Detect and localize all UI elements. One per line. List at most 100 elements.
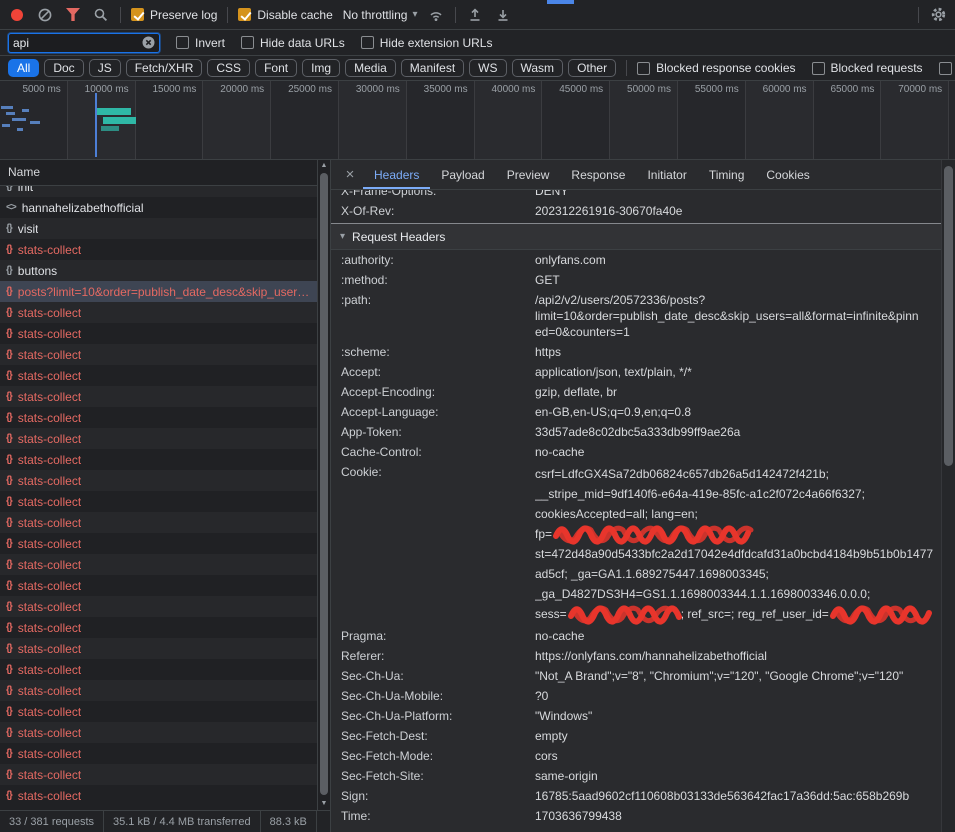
hide-extension-urls-checkbox[interactable]: Hide extension URLs: [361, 36, 493, 50]
tab-cookies[interactable]: Cookies: [755, 160, 820, 189]
request-list: {}init<>hannahelizabethofficial{}visit{}…: [0, 186, 317, 810]
request-row[interactable]: {}stats-collect: [0, 638, 317, 659]
request-row[interactable]: {}stats-collect: [0, 512, 317, 533]
request-row[interactable]: {}stats-collect: [0, 302, 317, 323]
fetch-icon: {}: [6, 622, 12, 633]
export-har-button[interactable]: [494, 6, 512, 24]
record-button[interactable]: [8, 6, 26, 24]
request-headers-section[interactable]: ▾ Request Headers: [331, 224, 955, 250]
filter-checkbox-3rd-party-requests[interactable]: 3rd-party requests: [939, 61, 955, 75]
request-row[interactable]: {}stats-collect: [0, 428, 317, 449]
type-filter-font[interactable]: Font: [255, 59, 297, 77]
request-row[interactable]: {}stats-collect: [0, 785, 317, 806]
header-row: Sec-Ch-Ua-Platform:"Windows": [331, 706, 955, 726]
header-row: Referer:https://onlyfans.com/hannaheliza…: [331, 646, 955, 666]
type-filter-all[interactable]: All: [8, 59, 39, 77]
request-name: stats-collect: [18, 369, 81, 383]
type-filter-other[interactable]: Other: [568, 59, 616, 77]
details-scrollbar[interactable]: [941, 160, 955, 832]
request-row[interactable]: {}stats-collect: [0, 659, 317, 680]
tab-headers[interactable]: Headers: [363, 160, 430, 189]
requests-scrollbar[interactable]: ▲ ▼: [317, 160, 330, 810]
tab-timing[interactable]: Timing: [698, 160, 756, 189]
name-column-header[interactable]: Name: [0, 160, 317, 186]
request-row[interactable]: {}posts?limit=10&order=publish_date_desc…: [0, 281, 317, 302]
network-conditions-button[interactable]: [427, 6, 445, 24]
request-row[interactable]: {}stats-collect: [0, 554, 317, 575]
clear-filter-icon[interactable]: [142, 36, 155, 49]
timeline-overview[interactable]: 5000 ms10000 ms15000 ms20000 ms25000 ms3…: [0, 81, 955, 160]
request-row[interactable]: {}stats-collect: [0, 596, 317, 617]
header-name: Pragma:: [331, 626, 535, 646]
scroll-down-icon[interactable]: ▼: [318, 800, 330, 807]
request-row[interactable]: {}stats-collect: [0, 239, 317, 260]
close-details-button[interactable]: ×: [337, 166, 363, 183]
request-row[interactable]: {}stats-collect: [0, 743, 317, 764]
throttling-dropdown[interactable]: No throttling ▾: [343, 8, 418, 22]
header-row: :authority:onlyfans.com: [331, 250, 955, 270]
request-row[interactable]: {}stats-collect: [0, 323, 317, 344]
type-filter-doc[interactable]: Doc: [44, 59, 83, 77]
type-filter-img[interactable]: Img: [302, 59, 340, 77]
request-row[interactable]: {}stats-collect: [0, 386, 317, 407]
hide-data-urls-checkbox[interactable]: Hide data URLs: [241, 36, 345, 50]
tab-response[interactable]: Response: [560, 160, 636, 189]
search-button[interactable]: [92, 6, 110, 24]
filter-checkbox-blocked-response-cookies[interactable]: Blocked response cookies: [637, 61, 795, 75]
request-row[interactable]: {}stats-collect: [0, 680, 317, 701]
type-filter-manifest[interactable]: Manifest: [401, 59, 464, 77]
preserve-log-checkbox[interactable]: Preserve log: [131, 8, 217, 22]
request-row[interactable]: <>hannahelizabethofficial: [0, 197, 317, 218]
scroll-up-icon[interactable]: ▲: [318, 162, 330, 169]
request-row[interactable]: {}buttons: [0, 260, 317, 281]
type-filter-js[interactable]: JS: [89, 59, 121, 77]
request-row[interactable]: {}init: [0, 186, 317, 197]
type-filter-media[interactable]: Media: [345, 59, 396, 77]
checkbox-icon: [939, 62, 952, 75]
request-row[interactable]: {}stats-collect: [0, 365, 317, 386]
filter-input[interactable]: [13, 36, 142, 50]
header-name: :path:: [331, 290, 535, 342]
filter-input-box[interactable]: [8, 33, 160, 53]
type-filter-fetch-xhr[interactable]: Fetch/XHR: [126, 59, 203, 77]
request-row[interactable]: {}stats-collect: [0, 344, 317, 365]
fetch-icon: {}: [6, 391, 12, 402]
type-filter-css[interactable]: CSS: [207, 59, 250, 77]
redaction-scribble: [554, 526, 749, 542]
import-har-button[interactable]: [466, 6, 484, 24]
invert-checkbox[interactable]: Invert: [176, 36, 225, 50]
request-row[interactable]: {}stats-collect: [0, 575, 317, 596]
tab-initiator[interactable]: Initiator: [636, 160, 697, 189]
request-name: stats-collect: [18, 432, 81, 446]
type-filter-ws[interactable]: WS: [469, 59, 506, 77]
tab-payload[interactable]: Payload: [430, 160, 495, 189]
request-row[interactable]: {}stats-collect: [0, 470, 317, 491]
request-row[interactable]: {}stats-collect: [0, 701, 317, 722]
request-row[interactable]: {}stats-collect: [0, 407, 317, 428]
header-row: :path:/api2/v2/users/20572336/posts? lim…: [331, 290, 955, 342]
header-row: Sec-Fetch-Site:same-origin: [331, 766, 955, 786]
disable-cache-checkbox[interactable]: Disable cache: [238, 8, 332, 22]
settings-button[interactable]: [929, 6, 947, 24]
filter-button[interactable]: [64, 6, 82, 24]
toolbar-divider: [455, 7, 456, 23]
request-row[interactable]: {}stats-collect: [0, 491, 317, 512]
advanced-filter-checkboxes: Blocked response cookies Blocked requests…: [637, 61, 955, 75]
scrollbar-thumb[interactable]: [320, 173, 328, 795]
fetch-icon: {}: [6, 727, 12, 738]
type-filter-wasm[interactable]: Wasm: [512, 59, 564, 77]
scrollbar-thumb[interactable]: [944, 166, 953, 466]
request-row[interactable]: {}stats-collect: [0, 533, 317, 554]
clear-button[interactable]: [36, 6, 54, 24]
details-tabs: HeadersPayloadPreviewResponseInitiatorTi…: [363, 160, 821, 189]
fetch-icon: {}: [6, 223, 12, 234]
request-row[interactable]: {}stats-collect: [0, 722, 317, 743]
filter-checkbox-blocked-requests[interactable]: Blocked requests: [812, 61, 923, 75]
header-row: Sec-Ch-Ua:"Not_A Brand";v="8", "Chromium…: [331, 666, 955, 686]
request-row[interactable]: {}stats-collect: [0, 449, 317, 470]
request-row[interactable]: {}visit: [0, 218, 317, 239]
tab-preview[interactable]: Preview: [496, 160, 561, 189]
request-row[interactable]: {}stats-collect: [0, 764, 317, 785]
toolbar-divider: [227, 7, 228, 23]
request-row[interactable]: {}stats-collect: [0, 617, 317, 638]
